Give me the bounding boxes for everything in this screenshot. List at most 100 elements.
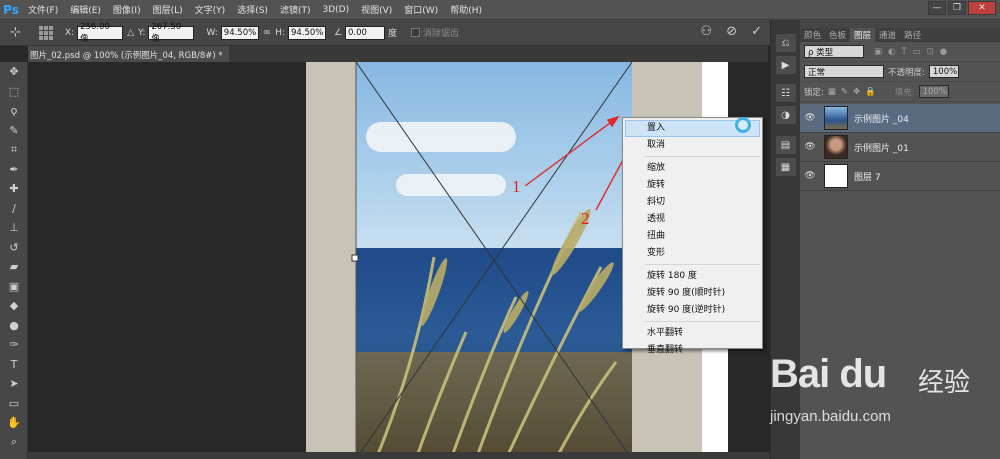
menu-3d[interactable]: 3D(D) — [316, 5, 355, 15]
history-brush-tool-icon[interactable]: ↺ — [0, 238, 28, 258]
properties-panel-icon[interactable]: ◑ — [775, 106, 796, 124]
move-tool-icon[interactable]: ✥ — [0, 62, 28, 82]
menu-image[interactable]: 图像(I) — [107, 3, 147, 16]
delta-icon[interactable]: △ — [127, 25, 134, 41]
layer-thumbnail — [824, 164, 848, 188]
menu-item-rotate-90-cw[interactable]: 旋转 90 度(顺时针) — [623, 285, 762, 302]
shape-tool-icon[interactable]: ▭ — [0, 394, 28, 414]
menu-item-cancel[interactable]: 取消 — [623, 137, 762, 154]
tab-layers[interactable]: 图层 — [850, 28, 876, 42]
visibility-eye-icon[interactable]: 👁 — [800, 113, 820, 123]
context-menu: 置入 取消 缩放 旋转 斜切 透视 扭曲 变形 旋转 180 度 旋转 90 度… — [622, 117, 763, 355]
tab-color[interactable]: 颜色 — [800, 28, 825, 42]
menu-item-scale[interactable]: 缩放 — [623, 160, 762, 177]
menu-item-rotate[interactable]: 旋转 — [623, 177, 762, 194]
marquee-tool-icon[interactable]: ⬚ — [0, 82, 28, 102]
cancel-transform-icon[interactable]: ⊘ — [726, 24, 737, 40]
minimize-button[interactable]: — — [928, 1, 946, 15]
menu-filter[interactable]: 滤镜(T) — [274, 3, 317, 16]
layer-filter-select[interactable]: ρ 类型 — [804, 45, 864, 58]
baidu-watermark: Bai du 经验 jingyan.baidu.com — [770, 352, 1000, 459]
clone-stamp-tool-icon[interactable]: ⊥ — [0, 218, 28, 238]
blend-mode-select[interactable]: 正常 — [804, 65, 884, 78]
warp-mode-icon[interactable]: ⚇ — [701, 24, 713, 40]
dodge-tool-icon[interactable]: ● — [0, 316, 28, 336]
commit-transform-icon[interactable]: ✓ — [751, 24, 762, 40]
annotation-2: 2 — [581, 209, 590, 228]
menu-item-rotate-180[interactable]: 旋转 180 度 — [623, 268, 762, 285]
type-tool-icon[interactable]: T — [0, 355, 28, 375]
brush-tool-icon[interactable]: ∕ — [0, 199, 28, 219]
menu-item-flip-vertical[interactable]: 垂直翻转 — [623, 342, 762, 359]
document-tab-bar: 图片_02.psd @ 100% (示例图片_04, RGB/8#) * — [28, 46, 768, 62]
fill-input[interactable]: 100% — [918, 85, 949, 98]
angle-input[interactable]: 0.00 — [345, 25, 386, 40]
notes-panel-icon[interactable]: ▦ — [775, 158, 796, 176]
healing-brush-tool-icon[interactable]: ✚ — [0, 179, 28, 199]
crop-tool-icon[interactable]: ⌗ — [0, 140, 28, 160]
menu-select[interactable]: 选择(S) — [231, 3, 274, 16]
height-input[interactable]: 94.50% — [287, 25, 326, 40]
menu-bar: Ps 文件(F) 编辑(E) 图像(I) 图层(L) 文字(Y) 选择(S) 滤… — [0, 0, 1000, 20]
menu-file[interactable]: 文件(F) — [22, 3, 64, 16]
close-button[interactable]: ✕ — [968, 1, 996, 15]
reference-point-icon[interactable] — [38, 25, 53, 40]
hand-tool-icon[interactable]: ✋ — [0, 413, 28, 433]
info-panel-icon[interactable]: ▤ — [775, 136, 796, 154]
y-input[interactable]: 267.50 像 — [148, 22, 195, 44]
antialias-checkbox[interactable] — [411, 28, 421, 37]
fill-label: 填充: — [894, 87, 915, 98]
layer-row[interactable]: 👁 示例图片 _01 — [800, 133, 1000, 162]
gradient-tool-icon[interactable]: ▣ — [0, 277, 28, 297]
transform-handle[interactable] — [351, 254, 359, 262]
annotation-1: 1 — [512, 177, 521, 196]
layer-name: 示例图片 _04 — [854, 114, 909, 125]
zoom-tool-icon[interactable]: ⌕ — [0, 433, 28, 453]
pen-tool-icon[interactable]: ✑ — [0, 335, 28, 355]
menu-edit[interactable]: 编辑(E) — [64, 3, 107, 16]
link-icon[interactable]: ∞ — [263, 25, 271, 41]
menu-item-distort[interactable]: 扭曲 — [623, 228, 762, 245]
visibility-eye-icon[interactable]: 👁 — [800, 171, 820, 181]
menu-item-warp[interactable]: 变形 — [623, 245, 762, 262]
blend-row: 正常 不透明度: 100% — [800, 62, 1000, 82]
tab-channels[interactable]: 通道 — [875, 28, 900, 42]
watermark-url: jingyan.baidu.com — [770, 408, 891, 425]
path-select-tool-icon[interactable]: ➤ — [0, 374, 28, 394]
filter-icons[interactable]: ▣◐T▭⊡● — [874, 47, 953, 57]
menu-item-perspective[interactable]: 透视 — [623, 211, 762, 228]
menu-view[interactable]: 视图(V) — [355, 3, 398, 16]
window-controls: — ❐ ✕ — [928, 1, 996, 15]
layer-row[interactable]: 👁 图层 7 — [800, 162, 1000, 191]
layer-row[interactable]: 👁 示例图片 _04 — [800, 104, 1000, 133]
tab-paths[interactable]: 路径 — [900, 28, 925, 42]
lock-icons[interactable]: ▦✎✥🔒 — [828, 87, 881, 97]
menu-help[interactable]: 帮助(H) — [444, 3, 488, 16]
visibility-eye-icon[interactable]: 👁 — [800, 142, 820, 152]
menu-layer[interactable]: 图层(L) — [147, 3, 189, 16]
history-panel-icon[interactable]: ⎌ — [775, 34, 796, 52]
actions-panel-icon[interactable]: ▶ — [775, 56, 796, 74]
menu-type[interactable]: 文字(Y) — [189, 3, 232, 16]
lasso-tool-icon[interactable]: ϙ — [0, 101, 28, 121]
eyedropper-tool-icon[interactable]: ✒ — [0, 160, 28, 180]
menu-window[interactable]: 窗口(W) — [398, 3, 444, 16]
adjustments-panel-icon[interactable]: ☷ — [775, 84, 796, 102]
tab-swatches[interactable]: 色板 — [825, 28, 850, 42]
blur-tool-icon[interactable]: ◆ — [0, 296, 28, 316]
opacity-input[interactable]: 100% — [928, 65, 959, 78]
transform-tool-icon[interactable]: ⊹ — [10, 25, 21, 41]
menu-item-rotate-90-ccw[interactable]: 旋转 90 度(逆时针) — [623, 302, 762, 319]
quick-select-tool-icon[interactable]: ✎ — [0, 121, 28, 141]
menu-item-skew[interactable]: 斜切 — [623, 194, 762, 211]
document-tab[interactable]: 图片_02.psd @ 100% (示例图片_04, RGB/8#) * — [28, 46, 229, 62]
eraser-tool-icon[interactable]: ▰ — [0, 257, 28, 277]
x-input[interactable]: 256.00 像 — [77, 22, 124, 44]
menu-item-flip-horizontal[interactable]: 水平翻转 — [623, 325, 762, 342]
restore-button[interactable]: ❐ — [948, 1, 966, 15]
angle-unit: 度 — [388, 29, 398, 39]
h-label: H: — [275, 27, 285, 38]
width-input[interactable]: 94.50% — [220, 25, 259, 40]
opacity-label: 不透明度: — [888, 67, 925, 78]
watermark-zh: 经验 — [918, 368, 971, 398]
